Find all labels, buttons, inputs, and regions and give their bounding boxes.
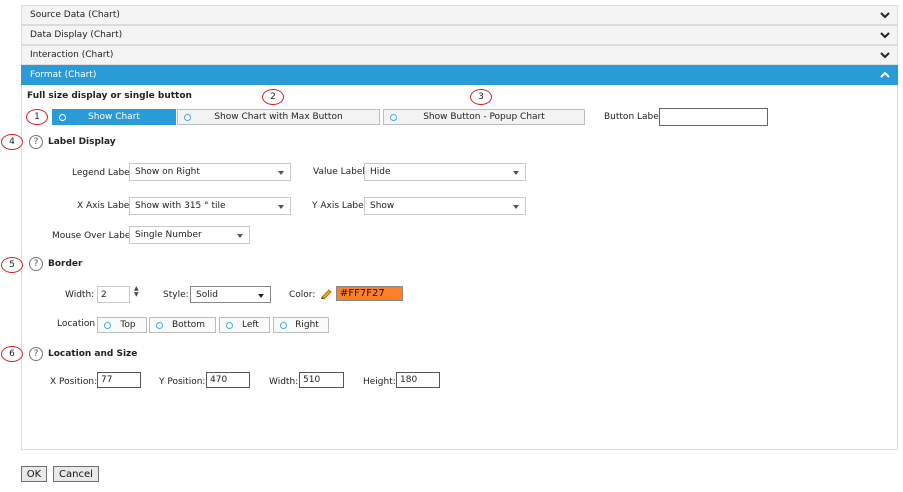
x-axis-label-caption: X Axis Label <box>77 201 132 211</box>
radio-dot-icon <box>184 114 191 121</box>
width-input[interactable]: 510 <box>299 372 344 388</box>
option-show-chart-max[interactable]: Show Chart with Max Button <box>177 109 380 125</box>
accordion-data-display[interactable]: Data Display (Chart) <box>21 25 898 45</box>
callout-2: 2 <box>262 89 284 105</box>
border-title: Border <box>48 259 83 269</box>
cancel-button[interactable]: Cancel <box>53 466 99 482</box>
border-style-select[interactable]: Solid <box>190 286 271 303</box>
y-position-caption: Y Position: <box>159 377 206 387</box>
dropdown-arrow-icon <box>278 171 284 175</box>
mouse-over-label-caption: Mouse Over Label <box>52 231 133 241</box>
x-axis-label-select[interactable]: Show with 315 ° tile <box>129 197 291 215</box>
accordion-source-data[interactable]: Source Data (Chart) <box>21 5 898 25</box>
radio-dot-icon <box>280 322 287 329</box>
accordion-label: Data Display (Chart) <box>30 30 123 40</box>
location-size-title: Location and Size <box>48 349 138 359</box>
location-left[interactable]: Left <box>219 317 270 333</box>
format-panel <box>21 85 898 450</box>
radio-dot-icon <box>390 114 397 121</box>
select-value: Single Number <box>135 230 202 240</box>
label-display-title: Label Display <box>48 137 116 147</box>
accordion-interaction[interactable]: Interaction (Chart) <box>21 45 898 65</box>
width-caption: Width: <box>269 377 299 387</box>
x-position-caption: X Position: <box>50 377 98 387</box>
callout-4: 4 <box>1 134 23 150</box>
y-position-input[interactable]: 470 <box>206 372 250 388</box>
help-icon[interactable]: ? <box>29 257 43 271</box>
border-color-caption: Color: <box>289 290 316 300</box>
callout-6: 6 <box>1 346 23 362</box>
location-bottom[interactable]: Bottom <box>149 317 216 333</box>
display-mode-heading: Full size display or single button <box>27 91 192 101</box>
callout-5: 5 <box>1 257 23 273</box>
height-input[interactable]: 180 <box>396 372 440 388</box>
accordion-label: Interaction (Chart) <box>30 50 114 60</box>
button-label-input[interactable] <box>659 108 768 126</box>
option-show-button-popup[interactable]: Show Button - Popup Chart <box>383 109 585 125</box>
callout-1: 1 <box>26 109 48 125</box>
chevron-down-icon <box>880 12 890 19</box>
option-label: Show Chart <box>88 112 140 122</box>
border-color-swatch[interactable]: #FF7F27 <box>336 286 403 301</box>
dropdown-arrow-icon <box>513 171 519 175</box>
select-value: Show on Right <box>135 167 200 177</box>
location-label: Bottom <box>171 320 205 330</box>
select-value: Hide <box>370 167 391 177</box>
radio-dot-icon <box>59 114 66 121</box>
callout-3: 3 <box>470 89 492 105</box>
location-top[interactable]: Top <box>97 317 147 333</box>
location-label: Right <box>295 320 319 330</box>
location-label: Top <box>120 320 136 330</box>
y-axis-label-caption: Y Axis Label <box>312 201 367 211</box>
border-style-caption: Style: <box>163 290 189 300</box>
x-position-input[interactable]: 77 <box>97 372 141 388</box>
location-label: Left <box>242 320 259 330</box>
select-value: Show <box>370 201 395 211</box>
mouse-over-label-select[interactable]: Single Number <box>129 226 250 244</box>
legend-label-select[interactable]: Show on Right <box>129 163 291 181</box>
y-axis-label-select[interactable]: Show <box>364 197 526 215</box>
option-label: Show Button - Popup Chart <box>423 112 545 122</box>
location-right[interactable]: Right <box>273 317 329 333</box>
height-caption: Height: <box>363 377 396 387</box>
border-width-input[interactable]: 2 <box>97 286 130 303</box>
border-location-caption: Location <box>57 319 96 329</box>
legend-label-caption: Legend Label <box>72 168 133 178</box>
chevron-down-icon <box>880 32 890 39</box>
accordion-format[interactable]: Format (Chart) <box>21 65 898 85</box>
select-value: Show with 315 ° tile <box>135 201 226 211</box>
option-label: Show Chart with Max Button <box>214 112 343 122</box>
value-label-caption: Value Label <box>313 167 365 177</box>
dropdown-arrow-icon <box>258 294 264 298</box>
help-icon[interactable]: ? <box>29 347 43 361</box>
chevron-up-icon <box>880 71 890 78</box>
chevron-down-icon <box>880 52 890 59</box>
dropdown-arrow-icon <box>513 205 519 209</box>
button-label-caption: Button Label <box>604 112 662 122</box>
accordion-label: Format (Chart) <box>30 70 97 80</box>
ok-button[interactable]: OK <box>21 466 47 482</box>
radio-dot-icon <box>226 322 233 329</box>
option-show-chart[interactable]: Show Chart <box>52 109 176 125</box>
dropdown-arrow-icon <box>278 205 284 209</box>
radio-dot-icon <box>156 322 163 329</box>
pencil-icon[interactable] <box>319 286 333 300</box>
accordion-label: Source Data (Chart) <box>30 10 120 20</box>
select-value: Solid <box>196 289 218 300</box>
dropdown-arrow-icon <box>237 234 243 238</box>
help-icon[interactable]: ? <box>29 135 43 149</box>
border-width-caption: Width: <box>65 290 95 300</box>
radio-dot-icon <box>104 322 111 329</box>
spinner-arrows-icon[interactable]: ▲ ▼ <box>134 286 139 298</box>
value-label-select[interactable]: Hide <box>364 163 526 181</box>
